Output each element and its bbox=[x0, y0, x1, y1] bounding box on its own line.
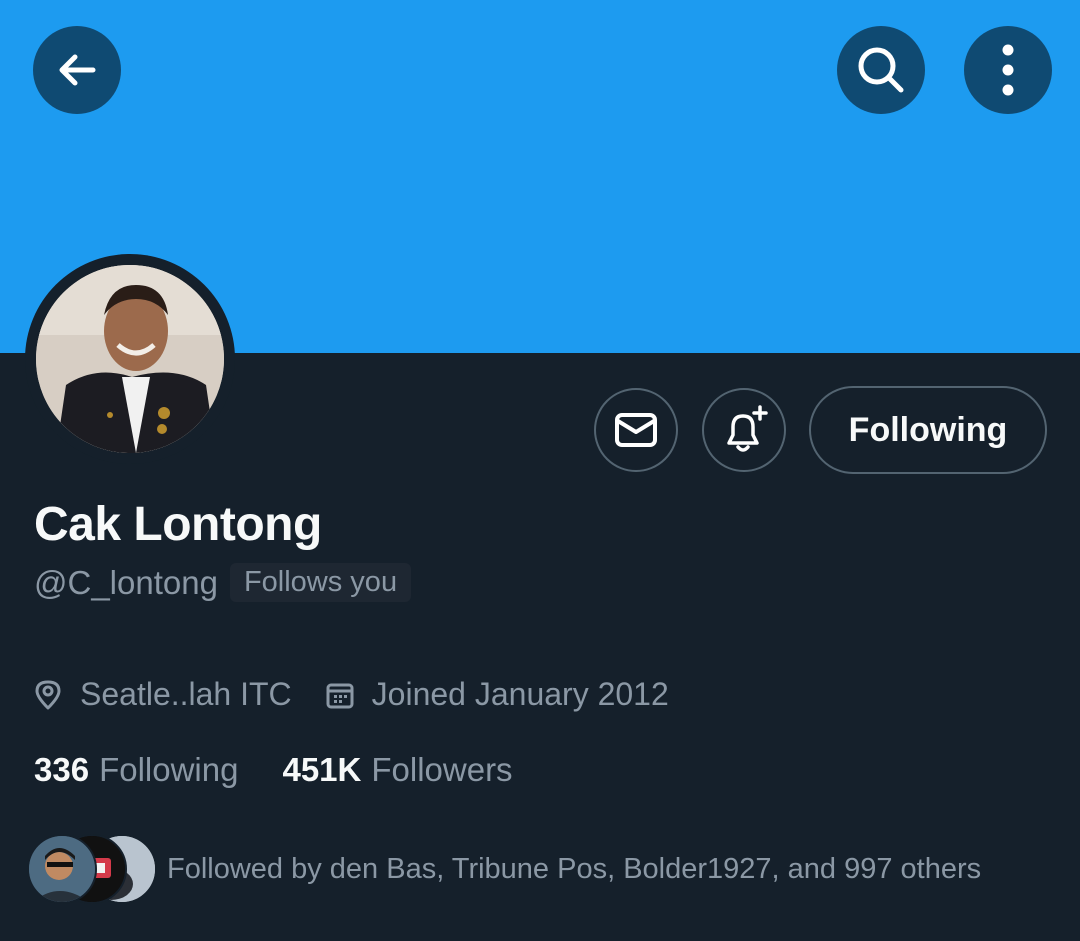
followed-by[interactable]: Followed by den Bas, Tribune Pos, Bolder… bbox=[27, 834, 981, 904]
user-handle: @C_lontong bbox=[34, 563, 218, 601]
notify-button[interactable] bbox=[702, 388, 786, 472]
follow-stats: 336 Following 451K Followers bbox=[34, 751, 513, 789]
handle-row: @C_lontong Follows you bbox=[34, 563, 412, 602]
profile-meta: Seatle..lah ITC Joined January 2012 bbox=[34, 676, 669, 713]
join-date-text: Joined January 2012 bbox=[371, 676, 669, 712]
search-icon bbox=[858, 47, 904, 93]
calendar-icon bbox=[326, 683, 354, 708]
location: Seatle..lah ITC bbox=[34, 676, 292, 713]
search-button[interactable] bbox=[837, 26, 925, 114]
display-name: Cak Lontong bbox=[34, 498, 322, 551]
followers-label: Followers bbox=[371, 751, 513, 788]
bell-plus-icon bbox=[727, 405, 768, 452]
mini-avatar bbox=[27, 834, 97, 904]
following-button[interactable]: Following bbox=[809, 386, 1047, 474]
location-text: Seatle..lah ITC bbox=[80, 676, 292, 712]
more-vertical-icon bbox=[1002, 44, 1014, 96]
join-date: Joined January 2012 bbox=[326, 676, 669, 713]
followed-by-text: Followed by den Bas, Tribune Pos, Bolder… bbox=[167, 852, 982, 885]
more-options-button[interactable] bbox=[964, 26, 1052, 114]
envelope-icon bbox=[615, 413, 657, 447]
followed-by-avatars bbox=[27, 834, 157, 904]
following-label: Following bbox=[99, 751, 239, 788]
back-button[interactable] bbox=[33, 26, 121, 114]
follows-you-badge: Follows you bbox=[229, 563, 412, 602]
avatar-photo bbox=[36, 265, 224, 453]
following-count: 336 bbox=[34, 751, 90, 788]
following-stat[interactable]: 336 Following bbox=[34, 751, 238, 789]
followers-stat[interactable]: 451K Followers bbox=[282, 751, 512, 789]
arrow-left-icon bbox=[59, 54, 96, 86]
message-button[interactable] bbox=[594, 388, 678, 472]
profile-avatar[interactable] bbox=[25, 254, 235, 464]
followers-count: 451K bbox=[282, 751, 362, 788]
location-pin-icon bbox=[35, 680, 61, 709]
